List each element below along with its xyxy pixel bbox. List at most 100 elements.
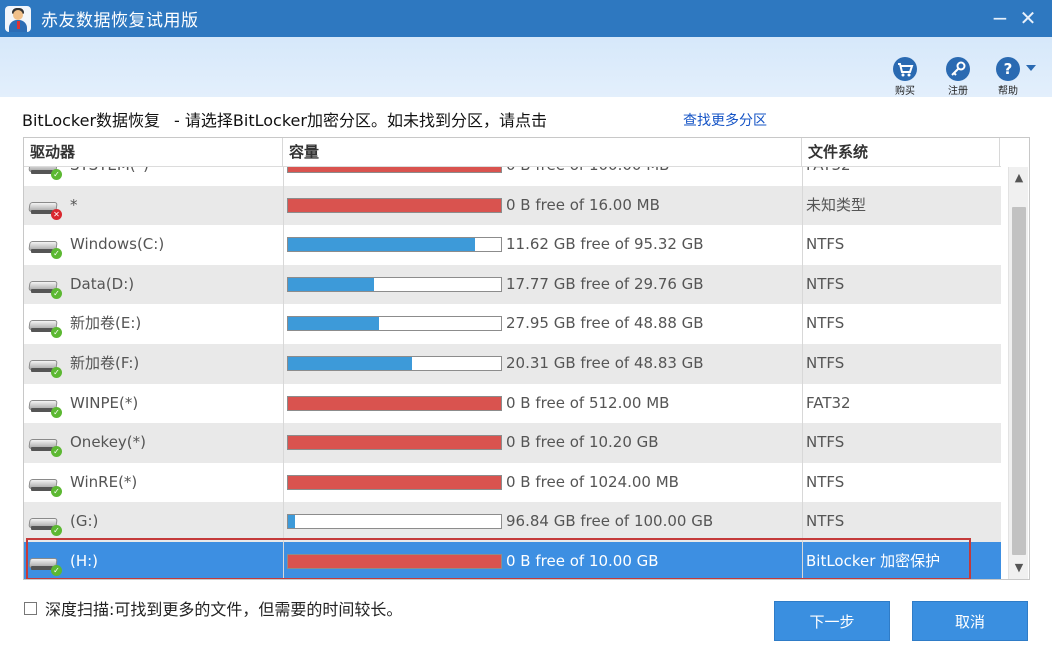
filesystem-text: NTFS	[806, 235, 845, 254]
filesystem-text: BitLocker 加密保护	[806, 551, 941, 570]
cancel-button[interactable]: 取消	[912, 601, 1028, 641]
capacity-bar-fill	[288, 198, 501, 212]
column-divider	[802, 423, 803, 463]
filesystem-text: NTFS	[806, 274, 845, 293]
window-controls: − ✕	[986, 4, 1042, 32]
filesystem-text: NTFS	[806, 353, 845, 372]
capacity-text: 27.95 GB free of 48.88 GB	[506, 314, 704, 333]
help-label: 帮助	[998, 86, 1018, 97]
check-badge-icon: ✓	[51, 327, 62, 339]
drive-name: Onekey(*)	[70, 433, 147, 452]
table-row[interactable]: ✓ 新加卷(F:) 20.31 GB free of 48.83 GB NTFS	[24, 343, 1001, 384]
capacity-bar	[287, 395, 502, 411]
table-row[interactable]: ✓ (G:) 96.84 GB free of 100.00 GB NTFS	[24, 502, 1001, 542]
drive-icon: ✕	[28, 198, 63, 220]
capacity-text: 0 B free of 1024.00 MB	[506, 472, 679, 491]
next-button[interactable]: 下一步	[774, 601, 890, 641]
table-row[interactable]: ✕ * 0 B free of 16.00 MB 未知类型	[24, 185, 1001, 226]
column-header-filesystem[interactable]: 文件系统	[802, 138, 1000, 167]
help-icon: ?	[996, 57, 1020, 81]
capacity-bar	[287, 355, 502, 371]
capacity-bar	[287, 276, 502, 292]
capacity-text: 0 B free of 10.20 GB	[506, 433, 659, 452]
scrollbar-thumb[interactable]	[1012, 207, 1026, 555]
check-badge-icon: ✓	[51, 287, 62, 299]
scroll-up-icon[interactable]: ▲	[1009, 169, 1029, 187]
column-divider	[802, 225, 803, 265]
capacity-bar	[287, 553, 502, 569]
find-more-partitions-link[interactable]: 查找更多分区	[683, 110, 767, 130]
filesystem-text: 未知类型	[806, 195, 867, 214]
vertical-scrollbar[interactable]: ▲ ▼	[1008, 167, 1028, 579]
column-divider	[802, 383, 803, 424]
capacity-text: 11.62 GB free of 95.32 GB	[506, 235, 704, 254]
column-divider	[283, 264, 284, 305]
column-divider	[802, 304, 803, 344]
table-row[interactable]: ✓ Windows(C:) 11.62 GB free of 95.32 GB NTF…	[24, 225, 1001, 265]
scroll-down-icon[interactable]: ▼	[1009, 559, 1029, 577]
filesystem-text: NTFS	[806, 433, 845, 452]
drive-name: 新加卷(F:)	[70, 353, 140, 372]
register-label: 注册	[948, 86, 968, 97]
table-row[interactable]: ✓ WINPE(*) 0 B free of 512.00 MB FAT32	[24, 383, 1001, 424]
cart-icon	[893, 57, 917, 81]
table-row[interactable]: ✓ WinRE(*) 0 B free of 1024.00 MB NTFS	[24, 462, 1001, 503]
check-badge-icon: ✓	[51, 248, 62, 260]
deep-scan-checkbox[interactable]	[24, 601, 37, 615]
filesystem-text: NTFS	[806, 472, 845, 491]
table-row[interactable]: ✓ (H:) 0 B free of 10.00 GB BitLocker 加密保护	[24, 541, 1001, 579]
minimize-button[interactable]: −	[986, 4, 1014, 32]
check-badge-icon: ✓	[51, 525, 62, 537]
instruction-text: BitLocker数据恢复 - 请选择BitLocker加密分区。如未找到分区，请…	[22, 107, 547, 131]
capacity-bar-fill	[288, 396, 501, 410]
filesystem-text: NTFS	[806, 314, 845, 333]
check-badge-icon: ✓	[51, 169, 62, 180]
deep-scan-label: 深度扫描:可找到更多的文件，但需要的时间较长。	[45, 600, 403, 619]
drive-name: WinRE(*)	[70, 472, 138, 491]
table-header: 驱动器 容量 文件系统	[24, 138, 1001, 167]
drive-icon: ✓	[28, 435, 63, 458]
drive-list[interactable]: ✓SYSTEM(*)0 B free of 100.00 MBFAT32✕*0 …	[23, 137, 1030, 580]
buy-button[interactable]: 购买	[885, 57, 925, 97]
register-button[interactable]: 注册	[938, 57, 978, 97]
help-button[interactable]: ? 帮助	[990, 57, 1036, 97]
table-row[interactable]: ✓ 新加卷(E:) 27.95 GB free of 48.88 GB NTFS	[24, 304, 1001, 344]
column-divider	[283, 343, 284, 384]
window-title: 赤友数据恢复试用版	[41, 11, 199, 31]
capacity-bar-fill	[288, 317, 380, 331]
drive-icon: ✓	[28, 475, 63, 497]
table-row[interactable]: ✓ Onekey(*) 0 B free of 10.20 GB NTFS	[24, 423, 1001, 463]
title-bar: 赤友数据恢复试用版 − ✕	[0, 0, 1052, 37]
column-divider	[802, 541, 803, 579]
close-button[interactable]: ✕	[1014, 4, 1042, 32]
capacity-text: 0 B free of 512.00 MB	[506, 393, 670, 412]
chevron-down-icon	[1026, 65, 1036, 71]
column-header-drive[interactable]: 驱动器	[24, 138, 283, 167]
capacity-bar-fill	[288, 554, 501, 568]
capacity-text: 96.84 GB free of 100.00 GB	[506, 512, 714, 531]
column-divider	[283, 185, 284, 226]
instruction-heading: BitLocker数据恢复	[22, 111, 161, 130]
drive-icon: ✓	[28, 554, 63, 576]
capacity-bar	[287, 474, 502, 490]
app-logo-icon	[5, 5, 31, 32]
capacity-bar-fill	[288, 515, 295, 529]
drive-name: (H:)	[70, 551, 99, 570]
capacity-bar-fill	[288, 277, 374, 291]
capacity-bar-fill	[288, 436, 501, 450]
column-header-capacity[interactable]: 容量	[283, 138, 802, 167]
drive-icon: ✓	[28, 514, 63, 537]
toolbar: 购买 注册 ? 帮助	[0, 37, 1052, 97]
check-badge-icon: ✓	[51, 406, 62, 418]
drive-icon: ✓	[28, 237, 63, 260]
column-divider	[802, 462, 803, 503]
column-divider	[283, 225, 284, 265]
column-divider	[802, 343, 803, 384]
drive-name: 新加卷(E:)	[70, 314, 142, 333]
capacity-text: 0 B free of 10.00 GB	[506, 551, 659, 570]
deep-scan-option[interactable]: 深度扫描:可找到更多的文件，但需要的时间较长。	[24, 596, 402, 620]
column-divider	[283, 383, 284, 424]
table-row[interactable]: ✓ Data(D:) 17.77 GB free of 29.76 GB NTFS	[24, 264, 1001, 305]
key-icon	[946, 57, 970, 81]
column-divider	[283, 502, 284, 542]
